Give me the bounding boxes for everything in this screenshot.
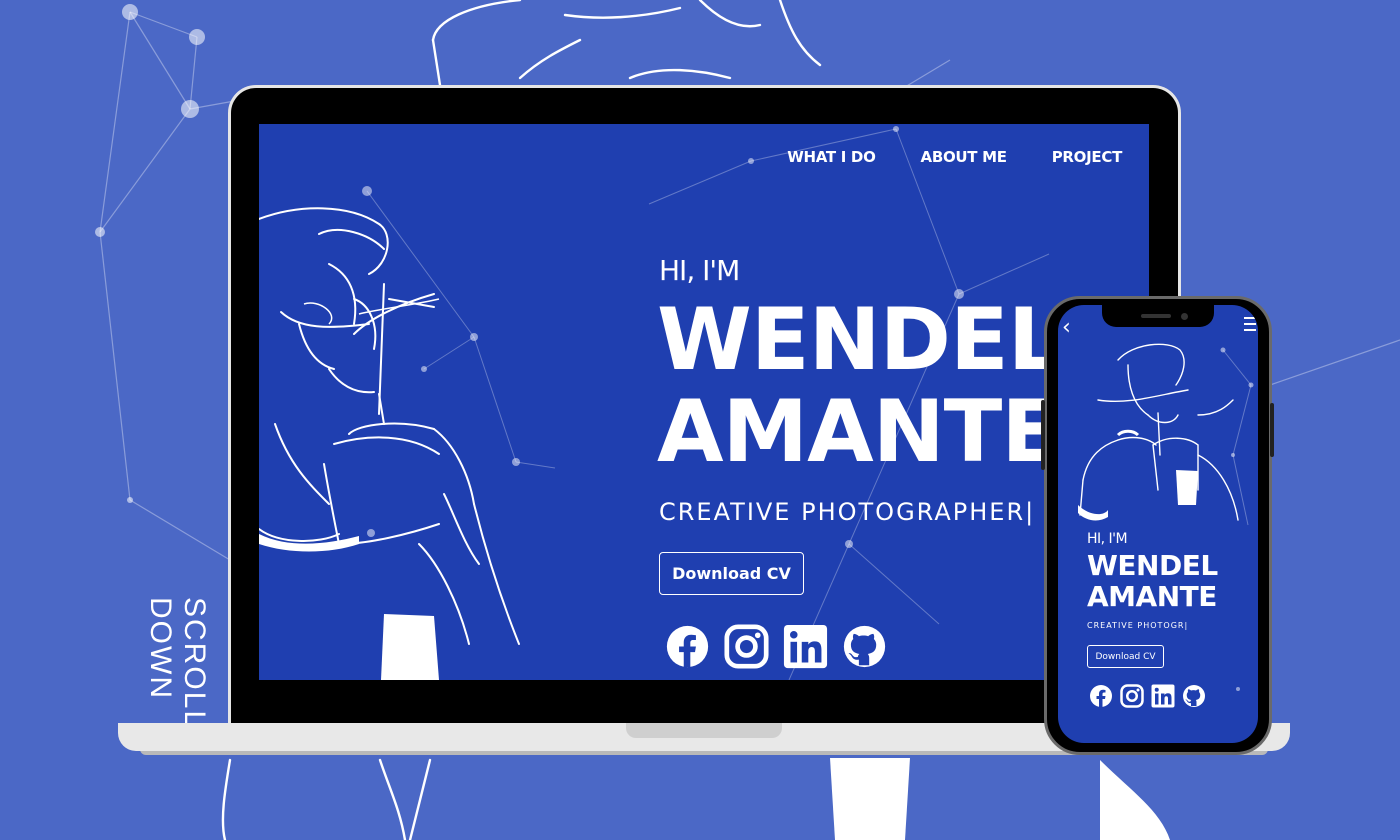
- phone-camera: [1181, 313, 1188, 320]
- phone-portrait-line-art: [1078, 343, 1254, 691]
- laptop-notch: [626, 723, 782, 738]
- phone-role-subtitle: CREATIVE PHOTOGR|: [1087, 621, 1189, 630]
- phone-social-links: [1089, 684, 1206, 708]
- facebook-icon[interactable]: [1089, 684, 1113, 708]
- scroll-down-label: SCROLL DOWN: [144, 597, 211, 728]
- role-subtitle: CREATIVE PHOTOGRAPHER|: [659, 498, 1036, 526]
- phone-download-cv-button[interactable]: Download CV: [1087, 645, 1164, 668]
- hamburger-menu-icon[interactable]: [1244, 317, 1256, 331]
- phone-volume-button: [1041, 400, 1045, 470]
- phone-screen: ‹ HI, I'M WENDEL AMANTE CREATIVE PHOTOGR…: [1058, 305, 1258, 743]
- phone-hero-name-line1: WENDEL: [1087, 549, 1218, 582]
- social-links: [665, 624, 887, 669]
- hero-name-line1: WENDEL: [657, 290, 1063, 390]
- back-chevron-icon[interactable]: ‹: [1062, 315, 1071, 340]
- linkedin-icon[interactable]: [1151, 684, 1175, 708]
- greeting: HI, I'M: [659, 254, 740, 287]
- linkedin-icon[interactable]: [783, 624, 828, 669]
- phone-greeting: HI, I'M: [1087, 531, 1128, 547]
- phone-hero-name-line2: AMANTE: [1087, 580, 1217, 613]
- laptop-screen: WHAT I DO ABOUT ME PROJECT HI, I'M WENDE…: [259, 124, 1149, 680]
- nav-what-i-do[interactable]: WHAT I DO: [787, 148, 876, 166]
- github-icon[interactable]: [842, 624, 887, 669]
- facebook-icon[interactable]: [665, 624, 710, 669]
- hero-name-line2: AMANTE: [657, 382, 1060, 482]
- nav-project[interactable]: PROJECT: [1052, 148, 1123, 166]
- phone-speaker: [1141, 314, 1171, 318]
- hero-name: WENDEL AMANTE: [657, 290, 1063, 482]
- download-cv-button[interactable]: Download CV: [659, 552, 804, 595]
- instagram-icon[interactable]: [724, 624, 769, 669]
- phone-hero-name: WENDEL AMANTE: [1087, 550, 1218, 612]
- phone-side-button: [1270, 403, 1274, 457]
- github-icon[interactable]: [1182, 684, 1206, 708]
- nav-about-me[interactable]: ABOUT ME: [921, 148, 1008, 166]
- instagram-icon[interactable]: [1120, 684, 1144, 708]
- main-nav: WHAT I DO ABOUT ME PROJECT: [787, 148, 1122, 166]
